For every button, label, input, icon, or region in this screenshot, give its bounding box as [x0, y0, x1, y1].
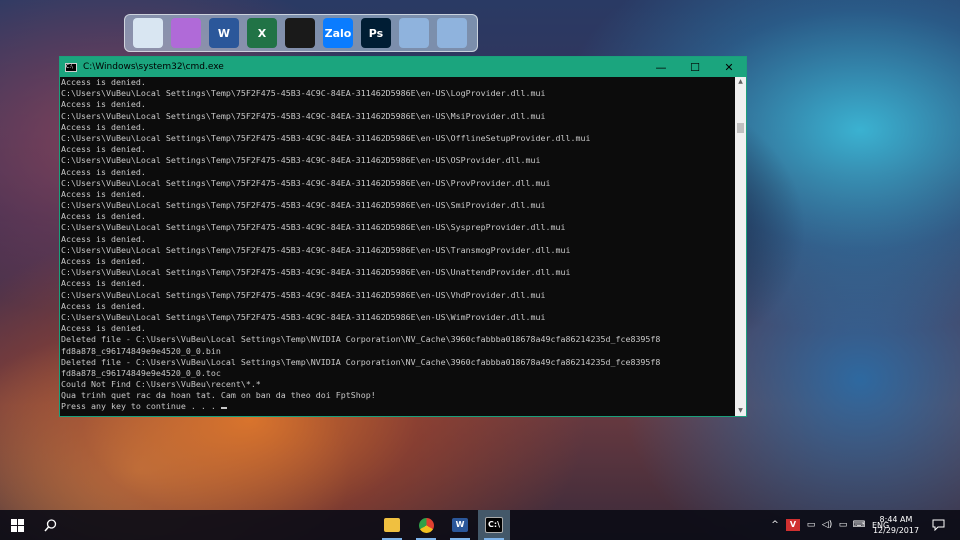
console-line: Could Not Find C:\Users\VuBeu\recent\*.* — [61, 379, 261, 390]
console-line: Access is denied. — [61, 278, 146, 289]
console-line: C:\Users\VuBeu\Local Settings\Temp\75F2F… — [61, 132, 591, 143]
close-icon: ✕ — [724, 60, 734, 74]
clock[interactable]: 8:44 AM 12/29/2017 — [872, 514, 920, 536]
chrome-icon — [418, 517, 434, 533]
search-icon — [43, 518, 56, 531]
console-line: C:\Users\VuBeu\Local Settings\Temp\75F2F… — [61, 88, 546, 99]
console-line: Qua trinh quet rac da hoan tat. Cam on b… — [61, 390, 376, 401]
console-line: fd8a878_c96174849e9e4520_0_0.bin — [61, 345, 221, 356]
window-title: C:\Windows\system32\cmd.exe — [83, 62, 224, 72]
search-button[interactable] — [34, 510, 66, 540]
keyboard-icon[interactable]: ⌨ — [852, 520, 866, 530]
console-line: fd8a878_c96174849e9e4520_0_0.toc — [61, 367, 221, 378]
photoshop-icon[interactable]: Ps — [361, 18, 391, 48]
console-line: C:\Users\VuBeu\Local Settings\Temp\75F2F… — [61, 267, 571, 278]
windows-start-icon — [10, 518, 24, 532]
maximize-button[interactable]: ☐ — [678, 57, 712, 77]
desktop-dock: W X Zalo Ps — [124, 14, 478, 52]
action-center-button[interactable] — [928, 510, 948, 540]
console-line: Deleted file - C:\Users\VuBeu\Local Sett… — [61, 356, 661, 367]
taskbar-app-file-explorer[interactable] — [376, 510, 408, 540]
vietkey-icon[interactable]: V — [786, 519, 800, 531]
cmd-app-icon: C:\ — [65, 62, 77, 72]
zalo-icon[interactable]: Zalo — [323, 18, 353, 48]
garena-icon[interactable] — [285, 18, 315, 48]
console-line: Access is denied. — [61, 233, 146, 244]
console-line: C:\Users\VuBeu\Local Settings\Temp\75F2F… — [61, 200, 546, 211]
text-cursor — [220, 407, 227, 410]
console-line: Access is denied. — [61, 188, 146, 199]
console-line: C:\Users\VuBeu\Local Settings\Temp\75F2F… — [61, 155, 541, 166]
console-line: Access is denied. — [61, 323, 146, 334]
console-line: Access is denied. — [61, 144, 146, 155]
close-button[interactable]: ✕ — [712, 57, 746, 77]
file-explorer-icon — [384, 518, 400, 532]
folder-blue-icon[interactable] — [399, 18, 429, 48]
console-output[interactable]: Access is denied. C:\Users\VuBeu\Local Se… — [60, 77, 736, 416]
cmd-window: C:\ C:\Windows\system32\cmd.exe — ☐ ✕ Ac… — [59, 56, 747, 417]
computer-icon[interactable] — [133, 18, 163, 48]
word-icon: W — [452, 518, 468, 532]
scroll-up-icon[interactable]: ▲ — [735, 77, 746, 87]
console-line: Access is denied. — [61, 256, 146, 266]
clock-time: 8:44 AM — [879, 515, 913, 524]
excel-icon[interactable]: X — [247, 18, 277, 48]
clock-date: 12/29/2017 — [872, 526, 920, 535]
taskbar-app-chrome[interactable] — [410, 510, 442, 540]
console-line: C:\Users\VuBeu\Local Settings\Temp\75F2F… — [61, 289, 546, 300]
network-icon[interactable]: ▭ — [804, 520, 818, 530]
console-line: C:\Users\VuBeu\Local Settings\Temp\75F2F… — [61, 311, 546, 322]
scroll-down-icon[interactable]: ▼ — [735, 406, 746, 416]
minimize-icon: — — [655, 60, 667, 74]
speaker-icon[interactable]: ◁) — [820, 520, 834, 530]
vertical-scrollbar[interactable]: ▲ ▼ — [735, 77, 746, 416]
console-line: C:\Users\VuBeu\Local Settings\Temp\75F2F… — [61, 222, 566, 233]
recycle-bin-icon[interactable] — [171, 18, 201, 48]
console-line: Press any key to continue . . . — [61, 401, 736, 412]
start-button[interactable] — [0, 510, 34, 540]
console-line: C:\Users\VuBeu\Local Settings\Temp\75F2F… — [61, 244, 571, 255]
console-line: Access is denied. — [61, 99, 146, 110]
cmd-icon: C:\ — [485, 517, 503, 533]
console-line: Access is denied. — [61, 77, 146, 87]
console-line: Access is denied. — [61, 300, 146, 311]
taskbar-app-cmd[interactable]: C:\ — [478, 510, 510, 540]
battery-icon[interactable]: ▭ — [836, 520, 850, 530]
console-line: C:\Users\VuBeu\Local Settings\Temp\75F2F… — [61, 110, 546, 121]
title-bar[interactable]: C:\ C:\Windows\system32\cmd.exe — ☐ ✕ — [60, 57, 746, 77]
scroll-thumb[interactable] — [737, 123, 744, 133]
console-line: Deleted file - C:\Users\VuBeu\Local Sett… — [61, 334, 661, 345]
taskbar-app-word[interactable]: W — [444, 510, 476, 540]
console-line: Access is denied. — [61, 166, 146, 177]
taskbar: W C:\ ^ V ▭ ◁) ▭ ⌨ ENG 8:44 AM 12/29/2017 — [0, 510, 960, 540]
minimize-button[interactable]: — — [644, 57, 678, 77]
maximize-icon: ☐ — [690, 60, 700, 74]
console-line: C:\Users\VuBeu\Local Settings\Temp\75F2F… — [61, 177, 551, 188]
console-line: Access is denied. — [61, 121, 146, 132]
tray-chevron-icon[interactable]: ^ — [768, 520, 782, 530]
notification-icon — [932, 519, 944, 531]
folder-blue-icon-2[interactable] — [437, 18, 467, 48]
console-line: Access is denied. — [61, 211, 146, 222]
word-icon[interactable]: W — [209, 18, 239, 48]
